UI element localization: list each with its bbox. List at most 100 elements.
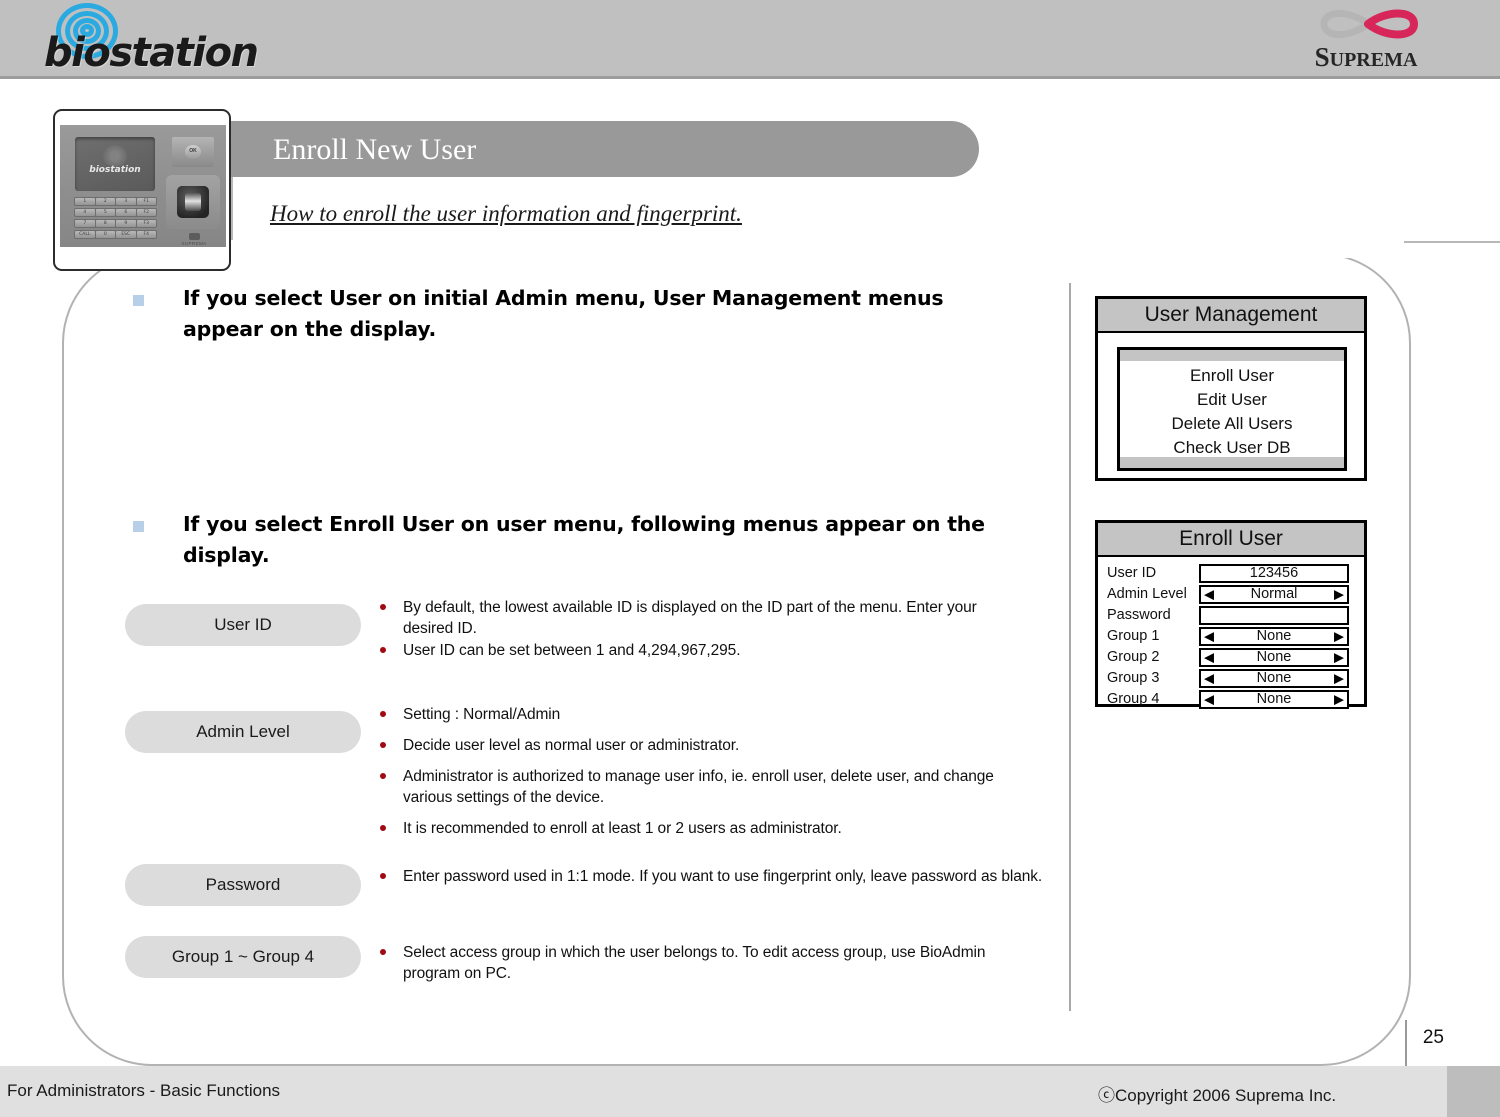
user-management-title: User Management xyxy=(1098,299,1364,333)
slide-page: biostation SUPREMA biostation OK 1 2 3 F… xyxy=(0,0,1500,1117)
lcd-logo-text: biostation xyxy=(89,165,141,175)
keypad-key: 2 xyxy=(95,198,115,205)
field-row-group-3: Group 3 ◀ None ▶ xyxy=(1098,668,1364,688)
field-value: None xyxy=(1256,670,1292,686)
footer-section-label: For Administrators - Basic Functions xyxy=(7,1081,281,1100)
keypad-key: F1 xyxy=(136,198,156,205)
arrow-left-icon[interactable]: ◀ xyxy=(1204,651,1214,664)
user-management-panel: User Management Enroll User Edit User De… xyxy=(1095,296,1367,481)
keypad-key: ESC xyxy=(116,231,136,238)
keypad-key: CALL xyxy=(75,231,95,238)
password-input[interactable] xyxy=(1199,605,1349,625)
pill-label: User ID xyxy=(214,615,272,634)
enroll-user-panel: Enroll User User ID 123456 Admin Level ◀… xyxy=(1095,520,1367,710)
field-label: Group 1 xyxy=(1107,628,1160,644)
device-keypad: 1 2 3 F1 4 5 6 F2 7 8 9 F3 CALL 0 ESC F4 xyxy=(74,197,157,241)
footer-copyright: ⓒCopyright 2006 Suprema Inc. xyxy=(1098,1086,1337,1105)
keypad-key: F2 xyxy=(136,209,156,216)
field-row-admin-level: Admin Level ◀ Normal ▶ xyxy=(1098,584,1364,604)
dot-bullet-icon xyxy=(380,742,386,748)
field-label: Group 3 xyxy=(1107,670,1160,686)
keypad-row: 1 2 3 F1 xyxy=(74,197,157,206)
keypad-key: 1 xyxy=(75,198,95,205)
menu-top-strip xyxy=(1120,350,1344,361)
arrow-left-icon[interactable]: ◀ xyxy=(1204,672,1214,685)
group-2-selector[interactable]: ◀ None ▶ xyxy=(1199,647,1349,667)
field-label: Group 2 xyxy=(1107,649,1160,665)
arrow-left-icon[interactable]: ◀ xyxy=(1204,588,1214,601)
keypad-row: 4 5 6 F2 xyxy=(74,208,157,217)
field-value: None xyxy=(1256,691,1292,707)
dot-bullet-icon xyxy=(380,604,386,610)
bullet-text: Enter password used in 1:1 mode. If you … xyxy=(403,868,1043,885)
device-brand-text: SUPREMA xyxy=(181,241,207,246)
field-row-group-1: Group 1 ◀ None ▶ xyxy=(1098,626,1364,646)
dpad-ok-label: OK xyxy=(189,148,197,154)
field-label: User ID xyxy=(1107,565,1157,581)
enroll-user-field-list: User ID 123456 Admin Level ◀ Normal ▶ Pa… xyxy=(1098,563,1364,710)
pill-user-id: User ID xyxy=(125,604,361,646)
keypad-key: F4 xyxy=(136,231,156,238)
group-3-selector[interactable]: ◀ None ▶ xyxy=(1199,668,1349,688)
arrow-right-icon[interactable]: ▶ xyxy=(1334,630,1344,643)
field-label: Password xyxy=(1107,607,1171,623)
keypad-key: 8 xyxy=(95,220,115,227)
device-fingerprint-sensor xyxy=(166,175,220,229)
menu-item-enroll-user[interactable]: Enroll User xyxy=(1120,364,1344,388)
bullet-text: Administrator is authorized to manage us… xyxy=(403,768,994,806)
keypad-key: 4 xyxy=(75,209,95,216)
square-bullet-icon xyxy=(133,521,144,532)
biostation-device-image: biostation OK 1 2 3 F1 4 5 6 F2 7 8 9 F3… xyxy=(53,109,231,271)
field-row-group-2: Group 2 ◀ None ▶ xyxy=(1098,647,1364,667)
device-brand-mark: SUPREMA xyxy=(172,233,216,246)
group-1-selector[interactable]: ◀ None ▶ xyxy=(1199,626,1349,646)
page-number: 25 xyxy=(1422,1027,1444,1048)
arrow-right-icon[interactable]: ▶ xyxy=(1334,651,1344,664)
keypad-key: 3 xyxy=(116,198,136,205)
bullet-text: It is recommended to enroll at least 1 o… xyxy=(403,820,842,837)
keypad-key: 7 xyxy=(75,220,95,227)
field-label: Group 4 xyxy=(1107,691,1160,707)
pill-label: Admin Level xyxy=(196,722,290,741)
field-row-password: Password xyxy=(1098,605,1364,625)
statement-1: If you select User on initial Admin menu… xyxy=(183,286,944,341)
dot-bullet-icon xyxy=(380,873,386,879)
field-value: 123456 xyxy=(1249,565,1299,581)
page-header: biostation SUPREMA xyxy=(0,0,1500,79)
dot-bullet-icon xyxy=(380,773,386,779)
arrow-right-icon[interactable]: ▶ xyxy=(1334,588,1344,601)
admin-level-selector[interactable]: ◀ Normal ▶ xyxy=(1199,584,1349,604)
dot-bullet-icon xyxy=(380,949,386,955)
infinity-icon xyxy=(1306,4,1436,44)
device-lcd-screen: biostation xyxy=(75,137,155,191)
device-brand-icon xyxy=(188,233,200,240)
page-title: Enroll New User xyxy=(273,133,477,166)
arrow-left-icon[interactable]: ◀ xyxy=(1204,693,1214,706)
device-dpad: OK xyxy=(172,137,214,167)
field-row-group-4: Group 4 ◀ None ▶ xyxy=(1098,689,1364,709)
user-management-menu-list: Enroll User Edit User Delete All Users C… xyxy=(1120,361,1344,460)
arrow-left-icon[interactable]: ◀ xyxy=(1204,630,1214,643)
fingerprint-sensor-prism xyxy=(185,193,201,211)
field-value: Normal xyxy=(1250,586,1298,602)
keypad-key: 5 xyxy=(95,209,115,216)
bullet-text: Decide user level as normal user or admi… xyxy=(403,737,740,754)
pill-admin-level: Admin Level xyxy=(125,711,361,753)
bullet-text: Select access group in which the user be… xyxy=(403,944,986,982)
menu-item-delete-all-users[interactable]: Delete All Users xyxy=(1120,412,1344,436)
page-subtitle: How to enroll the user information and f… xyxy=(270,201,742,226)
square-bullet-icon xyxy=(133,295,144,306)
suprema-logo: SUPREMA xyxy=(1278,4,1454,74)
arrow-right-icon[interactable]: ▶ xyxy=(1334,693,1344,706)
menu-item-edit-user[interactable]: Edit User xyxy=(1120,388,1344,412)
statement-2: If you select Enroll User on user menu, … xyxy=(183,512,985,567)
keypad-row: 7 8 9 F3 xyxy=(74,219,157,228)
biostation-logo: biostation xyxy=(44,2,274,76)
user-management-menu-box: Enroll User Edit User Delete All Users C… xyxy=(1117,347,1347,471)
user-id-input[interactable]: 123456 xyxy=(1199,563,1349,583)
frame-top-mask xyxy=(64,240,1404,258)
bullet-text: By default, the lowest available ID is d… xyxy=(403,599,977,637)
group-4-selector[interactable]: ◀ None ▶ xyxy=(1199,689,1349,709)
bullet-text: User ID can be set between 1 and 4,294,9… xyxy=(403,642,741,659)
arrow-right-icon[interactable]: ▶ xyxy=(1334,672,1344,685)
